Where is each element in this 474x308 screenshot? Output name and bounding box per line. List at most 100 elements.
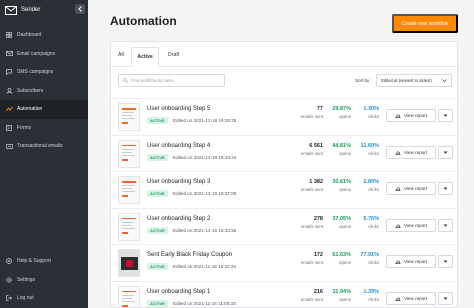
emails-sent-label: emails sent (300, 114, 323, 119)
tab-draft[interactable]: Draft (168, 52, 179, 58)
workflows-panel: All Active Draft Sort by Edited at (newe… (110, 41, 458, 308)
opens-stat: 44.81% opens (329, 143, 351, 156)
emails-sent-value: 278 (313, 215, 323, 222)
sidebar-item-help-support[interactable]: Help & Support (0, 252, 88, 271)
edited-date: Edited on 2021-12-16 18:33:56 (173, 227, 237, 233)
status-badge: ACTIVE (147, 190, 168, 198)
sidebar-item-settings[interactable]: Settings (0, 271, 88, 290)
clicks-stat: 1.39% clicks (357, 289, 379, 302)
clicks-stat: 2.89% clicks (357, 179, 379, 192)
workflow-list: User onboarding Step 5 ACTIVE Edited on … (111, 98, 457, 307)
sms-icon (5, 68, 13, 76)
clicks-value: 11.60% (360, 142, 379, 149)
edited-date: Edited on 2021-12-16 18:37:05 (173, 191, 237, 197)
email-thumbnail[interactable] (118, 176, 140, 205)
clicks-stat: 1.30% clicks (357, 106, 379, 119)
sender-logo-icon (5, 5, 17, 15)
view-report-button[interactable]: View report (386, 255, 436, 269)
search-box (118, 74, 225, 87)
opens-value: 30.61% (332, 179, 351, 186)
sidebar-item-email-campaigns[interactable]: Email campaigns (0, 45, 88, 64)
caret-down-icon (443, 260, 448, 264)
view-report-label: View report (403, 186, 428, 192)
sort-label: Sort by (355, 78, 370, 83)
workflow-name[interactable]: User onboarding Step 4 (147, 143, 210, 149)
sidebar-item-subscribers[interactable]: Subscribers (0, 82, 88, 101)
more-options-button[interactable] (438, 109, 453, 122)
more-options-button[interactable] (438, 218, 453, 232)
email-thumbnail[interactable] (118, 285, 140, 307)
clicks-value: 2.89% (363, 179, 379, 186)
caret-down-icon (443, 297, 448, 300)
clicks-value: 77.91% (360, 252, 379, 259)
workflow-name[interactable]: Sent Early Black Friday Coupon (147, 252, 232, 258)
edited-date: Edited on 2021-11-15 11:55:33 (173, 300, 236, 306)
view-report-label: View report (403, 295, 428, 301)
view-report-button[interactable]: View report (386, 109, 436, 122)
sidebar-item-transactional-emails[interactable]: Transactional emails (0, 137, 88, 156)
opens-stat: 61.63% opens (329, 252, 351, 265)
clicks-stat: 5.76% clicks (357, 216, 379, 229)
opens-stat: 29.87% opens (329, 106, 351, 119)
workflow-name[interactable]: User onboarding Step 5 (147, 106, 210, 112)
clicks-value: 1.30% (363, 106, 379, 112)
page-title: Automation (110, 14, 177, 28)
more-options-button[interactable] (438, 182, 453, 196)
sidebar-item-label: Subscribers (17, 87, 44, 94)
emails-sent-label: emails sent (300, 296, 323, 302)
sidebar-item-dashboard[interactable]: Dashboard (0, 26, 88, 45)
workflow-name[interactable]: User onboarding Step 2 (147, 216, 210, 222)
workflow-name[interactable]: User onboarding Step 3 (147, 179, 210, 185)
sidebar-item-label: Settings (17, 276, 36, 283)
tab-all[interactable]: All (118, 52, 124, 58)
tab-active[interactable]: Active (131, 47, 159, 67)
workflow-row: User onboarding Step 4 ACTIVE Edited on … (111, 134, 457, 172)
sidebar-item-label: Help & Support (17, 258, 51, 265)
view-report-button[interactable]: View report (386, 182, 436, 196)
clicks-stat: 11.60% clicks (357, 143, 379, 156)
sidebar-item-log-out[interactable]: Log out (0, 289, 88, 308)
opens-stat: 31.94% opens (329, 289, 351, 302)
clicks-label: clicks (368, 150, 379, 156)
more-options-button[interactable] (438, 255, 453, 269)
email-thumbnail[interactable] (118, 212, 140, 241)
view-report-button[interactable]: View report (386, 145, 436, 159)
chevron-left-icon (77, 6, 82, 12)
bar-chart-icon (395, 296, 401, 301)
opens-value: 61.63% (332, 252, 351, 259)
sidebar-item-forms[interactable]: Forms (0, 119, 88, 138)
sidebar-item-sms-campaigns[interactable]: SMS campaigns (0, 63, 88, 82)
opens-value: 37.05% (332, 215, 351, 222)
clicks-label: clicks (368, 296, 379, 302)
more-options-button[interactable] (438, 291, 453, 305)
search-input[interactable] (131, 78, 221, 83)
sidebar-item-label: Automation (17, 106, 43, 113)
workflow-name[interactable]: User onboarding Step 1 (147, 289, 210, 295)
brand-logo[interactable]: Sender (5, 4, 40, 16)
sidebar-item-automation[interactable]: Automation (0, 100, 88, 119)
email-thumbnail[interactable] (118, 139, 140, 168)
status-badge: ACTIVE (147, 226, 168, 234)
status-badge: ACTIVE (147, 299, 168, 307)
sort-select[interactable]: Edited at (newest to oldest) (376, 74, 452, 87)
sidebar-item-label: Email campaigns (17, 50, 56, 57)
sidebar-item-label: Log out (17, 295, 34, 302)
emails-sent-stat: 278 emails sent (289, 216, 323, 229)
forms-icon (5, 124, 13, 132)
status-badge: ACTIVE (147, 117, 168, 124)
collapse-sidebar-button[interactable] (75, 4, 85, 14)
view-report-label: View report (403, 113, 428, 118)
sidebar-item-label: Transactional emails (17, 143, 63, 150)
edited-date: Edited on 2021-12-16 18:43:44 (173, 154, 237, 160)
email-thumbnail[interactable] (118, 103, 140, 131)
view-report-button[interactable]: View report (386, 218, 436, 232)
opens-stat: 30.61% opens (329, 179, 351, 192)
status-badge: ACTIVE (147, 153, 168, 161)
view-report-button[interactable]: View report (386, 291, 436, 305)
bar-chart-icon (395, 187, 401, 192)
edited-date: Edited on 2021-11-15 15:22:26 (173, 264, 237, 270)
create-workflow-button[interactable]: Create new workflow (392, 14, 458, 33)
emails-sent-stat: 6 561 emails sent (289, 143, 323, 156)
more-options-button[interactable] (438, 145, 453, 159)
email-thumbnail[interactable] (118, 249, 140, 278)
